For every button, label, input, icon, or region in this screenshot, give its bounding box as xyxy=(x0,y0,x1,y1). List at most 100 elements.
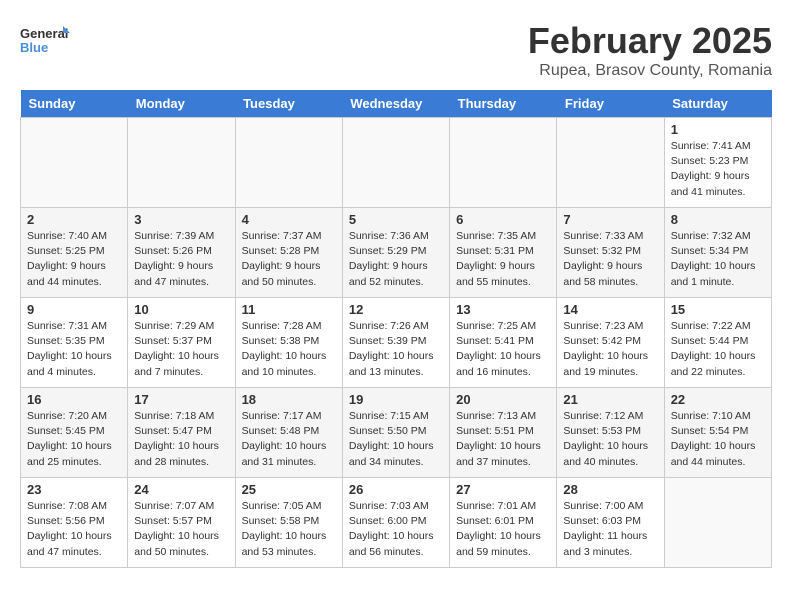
day-info: Sunrise: 7:37 AM Sunset: 5:28 PM Dayligh… xyxy=(242,229,336,290)
calendar-cell: 4 Sunrise: 7:37 AM Sunset: 5:28 PM Daylig… xyxy=(235,208,342,298)
day-number: 27 xyxy=(456,482,550,497)
day-info: Sunrise: 7:33 AM Sunset: 5:32 PM Dayligh… xyxy=(563,229,657,290)
day-info: Sunrise: 7:32 AM Sunset: 5:34 PM Dayligh… xyxy=(671,229,765,290)
calendar-cell: 22 Sunrise: 7:10 AM Sunset: 5:54 PM Dayli… xyxy=(664,388,771,478)
calendar-week-row: 1 Sunrise: 7:41 AM Sunset: 5:23 PM Daylig… xyxy=(21,118,772,208)
calendar-cell: 14 Sunrise: 7:23 AM Sunset: 5:42 PM Dayli… xyxy=(557,298,664,388)
calendar-cell: 5 Sunrise: 7:36 AM Sunset: 5:29 PM Daylig… xyxy=(342,208,449,298)
calendar-cell xyxy=(128,118,235,208)
day-number: 16 xyxy=(27,392,121,407)
calendar-cell xyxy=(557,118,664,208)
calendar-cell: 28Sunrise: 7:00 AM Sunset: 6:03 PM Dayli… xyxy=(557,478,664,568)
day-number: 7 xyxy=(563,212,657,227)
logo-svg: General Blue xyxy=(20,20,70,65)
header: General Blue February 2025 Rupea, Brasov… xyxy=(20,20,772,80)
day-number: 13 xyxy=(456,302,550,317)
day-number: 23 xyxy=(27,482,121,497)
day-number: 21 xyxy=(563,392,657,407)
calendar-cell xyxy=(235,118,342,208)
day-info: Sunrise: 7:39 AM Sunset: 5:26 PM Dayligh… xyxy=(134,229,228,290)
calendar-cell: 11 Sunrise: 7:28 AM Sunset: 5:38 PM Dayli… xyxy=(235,298,342,388)
day-info: Sunrise: 7:20 AM Sunset: 5:45 PM Dayligh… xyxy=(27,409,121,470)
day-number: 17 xyxy=(134,392,228,407)
day-number: 4 xyxy=(242,212,336,227)
day-info: Sunrise: 7:08 AM Sunset: 5:56 PM Dayligh… xyxy=(27,499,121,560)
day-number: 5 xyxy=(349,212,443,227)
day-info: Sunrise: 7:18 AM Sunset: 5:47 PM Dayligh… xyxy=(134,409,228,470)
logo: General Blue xyxy=(20,20,70,65)
day-number: 20 xyxy=(456,392,550,407)
day-number: 25 xyxy=(242,482,336,497)
calendar-cell: 27Sunrise: 7:01 AM Sunset: 6:01 PM Dayli… xyxy=(450,478,557,568)
calendar-cell: 7 Sunrise: 7:33 AM Sunset: 5:32 PM Daylig… xyxy=(557,208,664,298)
day-info: Sunrise: 7:07 AM Sunset: 5:57 PM Dayligh… xyxy=(134,499,228,560)
calendar-cell: 6 Sunrise: 7:35 AM Sunset: 5:31 PM Daylig… xyxy=(450,208,557,298)
calendar-cell: 25Sunrise: 7:05 AM Sunset: 5:58 PM Dayli… xyxy=(235,478,342,568)
calendar-week-row: 16 Sunrise: 7:20 AM Sunset: 5:45 PM Dayli… xyxy=(21,388,772,478)
day-number: 6 xyxy=(456,212,550,227)
calendar-cell: 20 Sunrise: 7:13 AM Sunset: 5:51 PM Dayli… xyxy=(450,388,557,478)
svg-text:General: General xyxy=(20,26,68,41)
day-info: Sunrise: 7:31 AM Sunset: 5:35 PM Dayligh… xyxy=(27,319,121,380)
calendar-cell: 16 Sunrise: 7:20 AM Sunset: 5:45 PM Dayli… xyxy=(21,388,128,478)
calendar-table: SundayMondayTuesdayWednesdayThursdayFrid… xyxy=(20,90,772,568)
day-number: 19 xyxy=(349,392,443,407)
day-info: Sunrise: 7:10 AM Sunset: 5:54 PM Dayligh… xyxy=(671,409,765,470)
calendar-cell xyxy=(450,118,557,208)
calendar-week-row: 2 Sunrise: 7:40 AM Sunset: 5:25 PM Daylig… xyxy=(21,208,772,298)
calendar-cell: 18 Sunrise: 7:17 AM Sunset: 5:48 PM Dayli… xyxy=(235,388,342,478)
day-number: 22 xyxy=(671,392,765,407)
day-number: 9 xyxy=(27,302,121,317)
weekday-header: Wednesday xyxy=(342,90,449,118)
calendar-cell: 23 Sunrise: 7:08 AM Sunset: 5:56 PM Dayli… xyxy=(21,478,128,568)
day-info: Sunrise: 7:36 AM Sunset: 5:29 PM Dayligh… xyxy=(349,229,443,290)
day-number: 26 xyxy=(349,482,443,497)
day-info: Sunrise: 7:35 AM Sunset: 5:31 PM Dayligh… xyxy=(456,229,550,290)
calendar-cell: 17 Sunrise: 7:18 AM Sunset: 5:47 PM Dayli… xyxy=(128,388,235,478)
calendar-cell: 15Sunrise: 7:22 AM Sunset: 5:44 PM Dayli… xyxy=(664,298,771,388)
svg-text:Blue: Blue xyxy=(20,40,48,55)
calendar-cell: 10Sunrise: 7:29 AM Sunset: 5:37 PM Dayli… xyxy=(128,298,235,388)
day-number: 2 xyxy=(27,212,121,227)
day-info: Sunrise: 7:40 AM Sunset: 5:25 PM Dayligh… xyxy=(27,229,121,290)
calendar-cell: 24 Sunrise: 7:07 AM Sunset: 5:57 PM Dayli… xyxy=(128,478,235,568)
day-info: Sunrise: 7:41 AM Sunset: 5:23 PM Dayligh… xyxy=(671,139,765,200)
calendar-week-row: 23 Sunrise: 7:08 AM Sunset: 5:56 PM Dayli… xyxy=(21,478,772,568)
day-info: Sunrise: 7:12 AM Sunset: 5:53 PM Dayligh… xyxy=(563,409,657,470)
calendar-cell xyxy=(342,118,449,208)
day-info: Sunrise: 7:17 AM Sunset: 5:48 PM Dayligh… xyxy=(242,409,336,470)
day-info: Sunrise: 7:28 AM Sunset: 5:38 PM Dayligh… xyxy=(242,319,336,380)
weekday-header-row: SundayMondayTuesdayWednesdayThursdayFrid… xyxy=(21,90,772,118)
weekday-header: Saturday xyxy=(664,90,771,118)
title-section: February 2025 Rupea, Brasov County, Roma… xyxy=(528,20,772,80)
calendar-cell: 12Sunrise: 7:26 AM Sunset: 5:39 PM Dayli… xyxy=(342,298,449,388)
day-number: 11 xyxy=(242,302,336,317)
weekday-header: Thursday xyxy=(450,90,557,118)
day-number: 18 xyxy=(242,392,336,407)
day-number: 12 xyxy=(349,302,443,317)
day-number: 3 xyxy=(134,212,228,227)
calendar-cell xyxy=(664,478,771,568)
day-number: 8 xyxy=(671,212,765,227)
calendar-cell: 1 Sunrise: 7:41 AM Sunset: 5:23 PM Daylig… xyxy=(664,118,771,208)
weekday-header: Friday xyxy=(557,90,664,118)
day-info: Sunrise: 7:00 AM Sunset: 6:03 PM Dayligh… xyxy=(563,499,657,560)
day-info: Sunrise: 7:03 AM Sunset: 6:00 PM Dayligh… xyxy=(349,499,443,560)
calendar-cell: 21 Sunrise: 7:12 AM Sunset: 5:53 PM Dayli… xyxy=(557,388,664,478)
day-number: 24 xyxy=(134,482,228,497)
weekday-header: Monday xyxy=(128,90,235,118)
day-info: Sunrise: 7:13 AM Sunset: 5:51 PM Dayligh… xyxy=(456,409,550,470)
location-subtitle: Rupea, Brasov County, Romania xyxy=(528,62,772,80)
calendar-cell: 13 Sunrise: 7:25 AM Sunset: 5:41 PM Dayli… xyxy=(450,298,557,388)
day-number: 14 xyxy=(563,302,657,317)
day-info: Sunrise: 7:23 AM Sunset: 5:42 PM Dayligh… xyxy=(563,319,657,380)
weekday-header: Sunday xyxy=(21,90,128,118)
day-info: Sunrise: 7:15 AM Sunset: 5:50 PM Dayligh… xyxy=(349,409,443,470)
calendar-cell: 26 Sunrise: 7:03 AM Sunset: 6:00 PM Dayli… xyxy=(342,478,449,568)
day-number: 1 xyxy=(671,122,765,137)
calendar-cell: 8 Sunrise: 7:32 AM Sunset: 5:34 PM Daylig… xyxy=(664,208,771,298)
calendar-week-row: 9 Sunrise: 7:31 AM Sunset: 5:35 PM Daylig… xyxy=(21,298,772,388)
day-info: Sunrise: 7:22 AM Sunset: 5:44 PM Dayligh… xyxy=(671,319,765,380)
day-info: Sunrise: 7:25 AM Sunset: 5:41 PM Dayligh… xyxy=(456,319,550,380)
weekday-header: Tuesday xyxy=(235,90,342,118)
